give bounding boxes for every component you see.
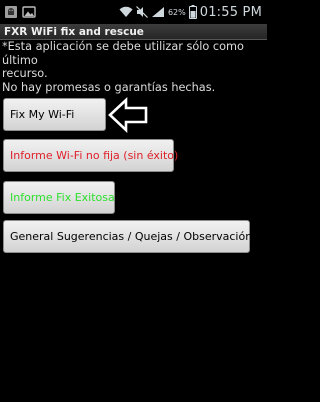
- android-debug-icon: [4, 5, 18, 19]
- report-success-button[interactable]: Informe Fix Exitosa: [3, 181, 115, 214]
- app-title: FXR WiFi fix and rescue: [4, 25, 144, 38]
- wifi-icon: [119, 6, 133, 18]
- status-bar: 62% 01:55 PM: [0, 0, 267, 24]
- report-success-button-label: Informe Fix Exitosa: [10, 191, 115, 204]
- clock: 01:55 PM: [199, 4, 262, 20]
- signal-icon: [151, 6, 165, 18]
- disclaimer-line-1: *Esta aplicación se debe utilizar sólo c…: [2, 40, 244, 67]
- image-icon: [22, 5, 36, 19]
- fix-wifi-button[interactable]: Fix My Wi-Fi: [3, 98, 106, 131]
- mute-icon: [136, 6, 148, 18]
- app-title-bar: FXR WiFi fix and rescue: [0, 24, 267, 40]
- disclaimer-text: *Esta aplicación se debe utilizar sólo c…: [2, 40, 262, 94]
- report-not-fixed-button[interactable]: Informe Wi-Fi no fija (sin éxito): [3, 139, 178, 172]
- report-not-fixed-button-label: Informe Wi-Fi no fija (sin éxito): [10, 149, 179, 162]
- fix-wifi-button-label: Fix My Wi-Fi: [10, 108, 75, 121]
- battery-icon: [188, 5, 197, 19]
- phone-screen: 62% 01:55 PM FXR WiFi fix and rescue *Es…: [0, 0, 267, 402]
- feedback-button-label: General Sugerencias / Quejas / Observaci…: [10, 230, 253, 243]
- feedback-button[interactable]: General Sugerencias / Quejas / Observaci…: [3, 220, 253, 253]
- left-arrow-icon: [108, 96, 148, 134]
- disclaimer-line-3: No hay promesas o garantías hechas.: [2, 80, 216, 94]
- disclaimer-line-2: recurso.: [2, 67, 48, 80]
- battery-percent: 62%: [167, 7, 186, 17]
